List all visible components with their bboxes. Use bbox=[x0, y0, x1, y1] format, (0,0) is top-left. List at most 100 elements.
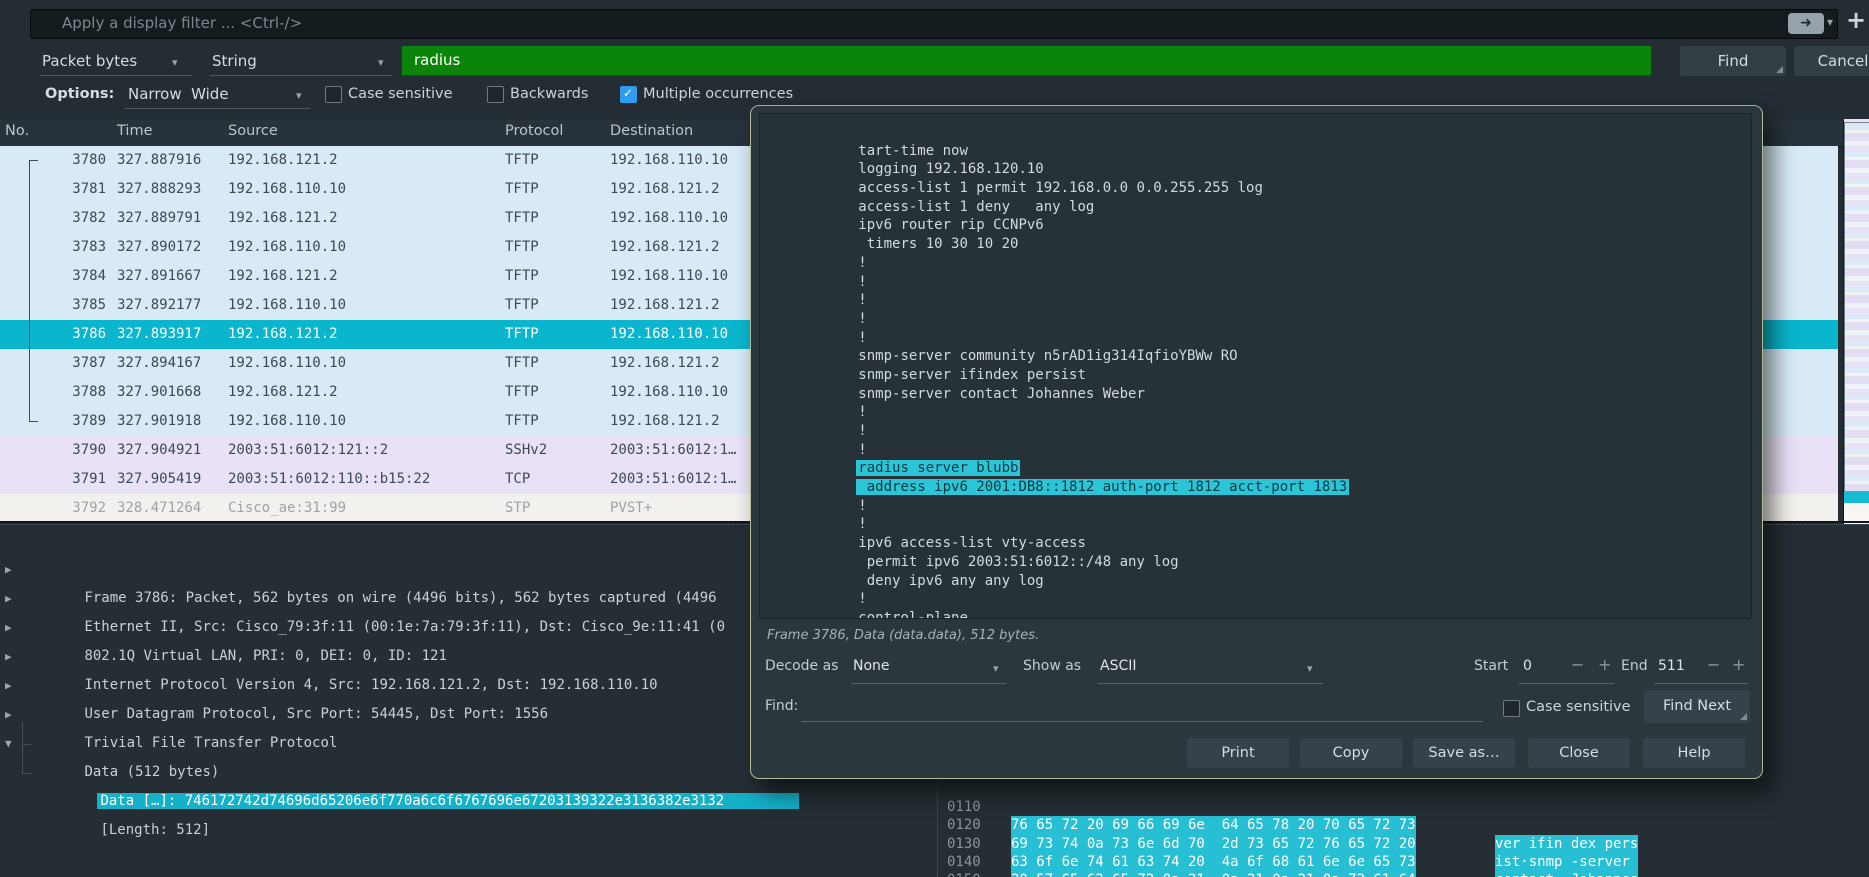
decoded-text-view[interactable]: tart-time now logging 192.168.120.10 acc… bbox=[759, 113, 1752, 619]
config-text: ipv6 router rip CCNPv6 bbox=[858, 217, 1043, 233]
config-text: radius server blubb bbox=[856, 460, 1020, 476]
start-plus-button[interactable]: + bbox=[1598, 655, 1611, 674]
packet-time: 327.892177 bbox=[117, 291, 201, 320]
packet-number: 3787 bbox=[0, 349, 106, 378]
packet-source: 192.168.121.2 bbox=[228, 320, 338, 349]
apply-filter-button[interactable]: ➜ bbox=[1788, 13, 1824, 34]
apply-filter-caret-icon[interactable]: ▾ bbox=[1827, 15, 1833, 29]
config-text: access-list 1 permit 192.168.0.0 0.0.255… bbox=[858, 180, 1263, 196]
hex-row[interactable]: 0110 76 65 72 20 69 66 69 6e 64 65 78 20… bbox=[938, 780, 1869, 798]
detail-text: [Length: 512] bbox=[100, 822, 210, 838]
close-button[interactable]: Close bbox=[1528, 738, 1630, 768]
packet-source: 192.168.110.10 bbox=[228, 175, 346, 204]
column-destination[interactable]: Destination bbox=[610, 123, 693, 139]
packet-time: 327.901918 bbox=[117, 407, 201, 436]
start-minus-button[interactable]: − bbox=[1571, 655, 1584, 674]
packet-protocol: TFTP bbox=[505, 407, 539, 436]
save-as-button[interactable]: Save as… bbox=[1413, 738, 1515, 768]
packet-destination: PVST+ bbox=[610, 494, 652, 521]
packet-source: 2003:51:6012:110::b15:22 bbox=[228, 465, 430, 494]
wireshark-window: Apply a display filter ... <Ctrl-/> ➜ ▾ … bbox=[0, 0, 1869, 877]
dialog-case-sensitive-checkbox[interactable] bbox=[1503, 700, 1520, 717]
find-next-button[interactable]: Find Next bbox=[1644, 690, 1750, 723]
decode-as-caret-icon[interactable]: ▾ bbox=[993, 662, 999, 675]
scrollbar-thumb[interactable] bbox=[1844, 122, 1869, 506]
end-label: End bbox=[1621, 658, 1648, 674]
packet-protocol: TFTP bbox=[505, 262, 539, 291]
packet-destination: 2003:51:6012:1… bbox=[610, 436, 736, 465]
show-as-combobox[interactable]: ASCII bbox=[1100, 658, 1137, 674]
start-underline bbox=[1519, 682, 1614, 684]
charset-combobox[interactable]: String bbox=[212, 52, 257, 70]
config-text: ! bbox=[858, 591, 866, 607]
end-spinbox[interactable]: 511 bbox=[1658, 658, 1685, 674]
config-text: tart-time now bbox=[858, 143, 968, 159]
tree-guide bbox=[22, 722, 23, 774]
config-text: timers 10 30 10 20 bbox=[858, 236, 1018, 252]
packet-destination: 192.168.110.10 bbox=[610, 378, 728, 407]
cancel-button[interactable]: Cancel bbox=[1794, 46, 1869, 76]
hex-row[interactable]: 0140 20 57 65 62 65 72 0a 21 0a 21 0a 21… bbox=[938, 835, 1869, 853]
multiple-occurrences-checkbox[interactable] bbox=[620, 86, 637, 103]
hex-row[interactable]: 0150 69 75 73 20 73 65 72 76 65 72 20 62… bbox=[938, 853, 1869, 871]
show-as-label: Show as bbox=[1023, 658, 1081, 674]
packet-destination: 2003:51:6012:1… bbox=[610, 465, 736, 494]
packet-source: 192.168.121.2 bbox=[228, 378, 338, 407]
end-minus-button[interactable]: − bbox=[1707, 655, 1720, 674]
column-no[interactable]: No. bbox=[5, 123, 29, 139]
packet-destination: 192.168.121.2 bbox=[610, 291, 720, 320]
packet-destination: 192.168.110.10 bbox=[610, 320, 728, 349]
help-button[interactable]: Help bbox=[1643, 738, 1745, 768]
packet-number: 3782 bbox=[0, 204, 106, 233]
copy-button[interactable]: Copy bbox=[1300, 738, 1402, 768]
config-text: ! bbox=[858, 498, 866, 514]
hex-row[interactable]: 0160 0a 20 61 64 64 72 65 73 73 20 69 70… bbox=[938, 871, 1869, 877]
start-label: Start bbox=[1474, 658, 1508, 674]
encoding-caret-icon[interactable]: ▾ bbox=[296, 89, 302, 102]
search-in-combobox[interactable]: Packet bytes bbox=[42, 52, 137, 70]
find-button[interactable]: Find bbox=[1680, 46, 1786, 76]
packet-number: 3790 bbox=[0, 436, 106, 465]
column-source[interactable]: Source bbox=[228, 123, 278, 139]
config-text: snmp-server contact Johannes Weber bbox=[858, 386, 1145, 402]
charset-caret-icon[interactable]: ▾ bbox=[378, 56, 384, 69]
config-line: ! bbox=[774, 273, 1751, 292]
config-text: ! bbox=[858, 255, 866, 271]
packet-protocol: STP bbox=[505, 494, 530, 521]
hex-row[interactable]: 0120 69 73 74 0a 73 6e 6d 70 2d 73 65 72… bbox=[938, 798, 1869, 816]
packet-time: 327.904921 bbox=[117, 436, 201, 465]
packet-source: Cisco_ae:31:99 bbox=[228, 494, 346, 521]
intelligent-scrollbar[interactable] bbox=[1843, 119, 1869, 521]
show-as-caret-icon[interactable]: ▾ bbox=[1307, 662, 1313, 675]
case-sensitive-checkbox[interactable] bbox=[325, 86, 342, 103]
packet-number: 3791 bbox=[0, 465, 106, 494]
decode-as-label: Decode as bbox=[765, 658, 838, 674]
add-filter-button[interactable]: + bbox=[1846, 6, 1866, 34]
config-text: ! bbox=[858, 311, 866, 327]
packet-number: 3785 bbox=[0, 291, 106, 320]
end-plus-button[interactable]: + bbox=[1732, 655, 1745, 674]
config-text: snmp-server community n5rAD1ig314IqfioYB… bbox=[858, 348, 1237, 364]
packet-source: 192.168.110.10 bbox=[228, 291, 346, 320]
column-protocol[interactable]: Protocol bbox=[505, 123, 563, 139]
packet-number: 3781 bbox=[0, 175, 106, 204]
tree-guide bbox=[22, 773, 31, 774]
encoding-underline bbox=[125, 107, 310, 109]
encoding-combobox[interactable]: Narrow Wide bbox=[128, 85, 229, 103]
packet-time: 327.889791 bbox=[117, 204, 201, 233]
scrollbar-bottom-band bbox=[1844, 497, 1869, 524]
start-spinbox[interactable]: 0 bbox=[1523, 658, 1532, 674]
decode-as-combobox[interactable]: None bbox=[853, 658, 890, 674]
packet-protocol: TFTP bbox=[505, 378, 539, 407]
backwards-checkbox[interactable] bbox=[487, 86, 504, 103]
packet-destination: 192.168.121.2 bbox=[610, 233, 720, 262]
search-input[interactable] bbox=[402, 46, 1651, 76]
packet-time: 327.901668 bbox=[117, 378, 201, 407]
config-text: logging 192.168.120.10 bbox=[858, 161, 1043, 177]
config-text: address ipv6 2001:DB8::1812 auth-port 18… bbox=[856, 479, 1349, 495]
column-time[interactable]: Time bbox=[117, 123, 153, 139]
search-in-caret-icon[interactable]: ▾ bbox=[172, 56, 178, 69]
hex-row[interactable]: 0130 63 6f 6e 74 61 63 74 20 4a 6f 68 61… bbox=[938, 816, 1869, 834]
print-button[interactable]: Print bbox=[1187, 738, 1289, 768]
config-text: ! bbox=[858, 442, 866, 458]
